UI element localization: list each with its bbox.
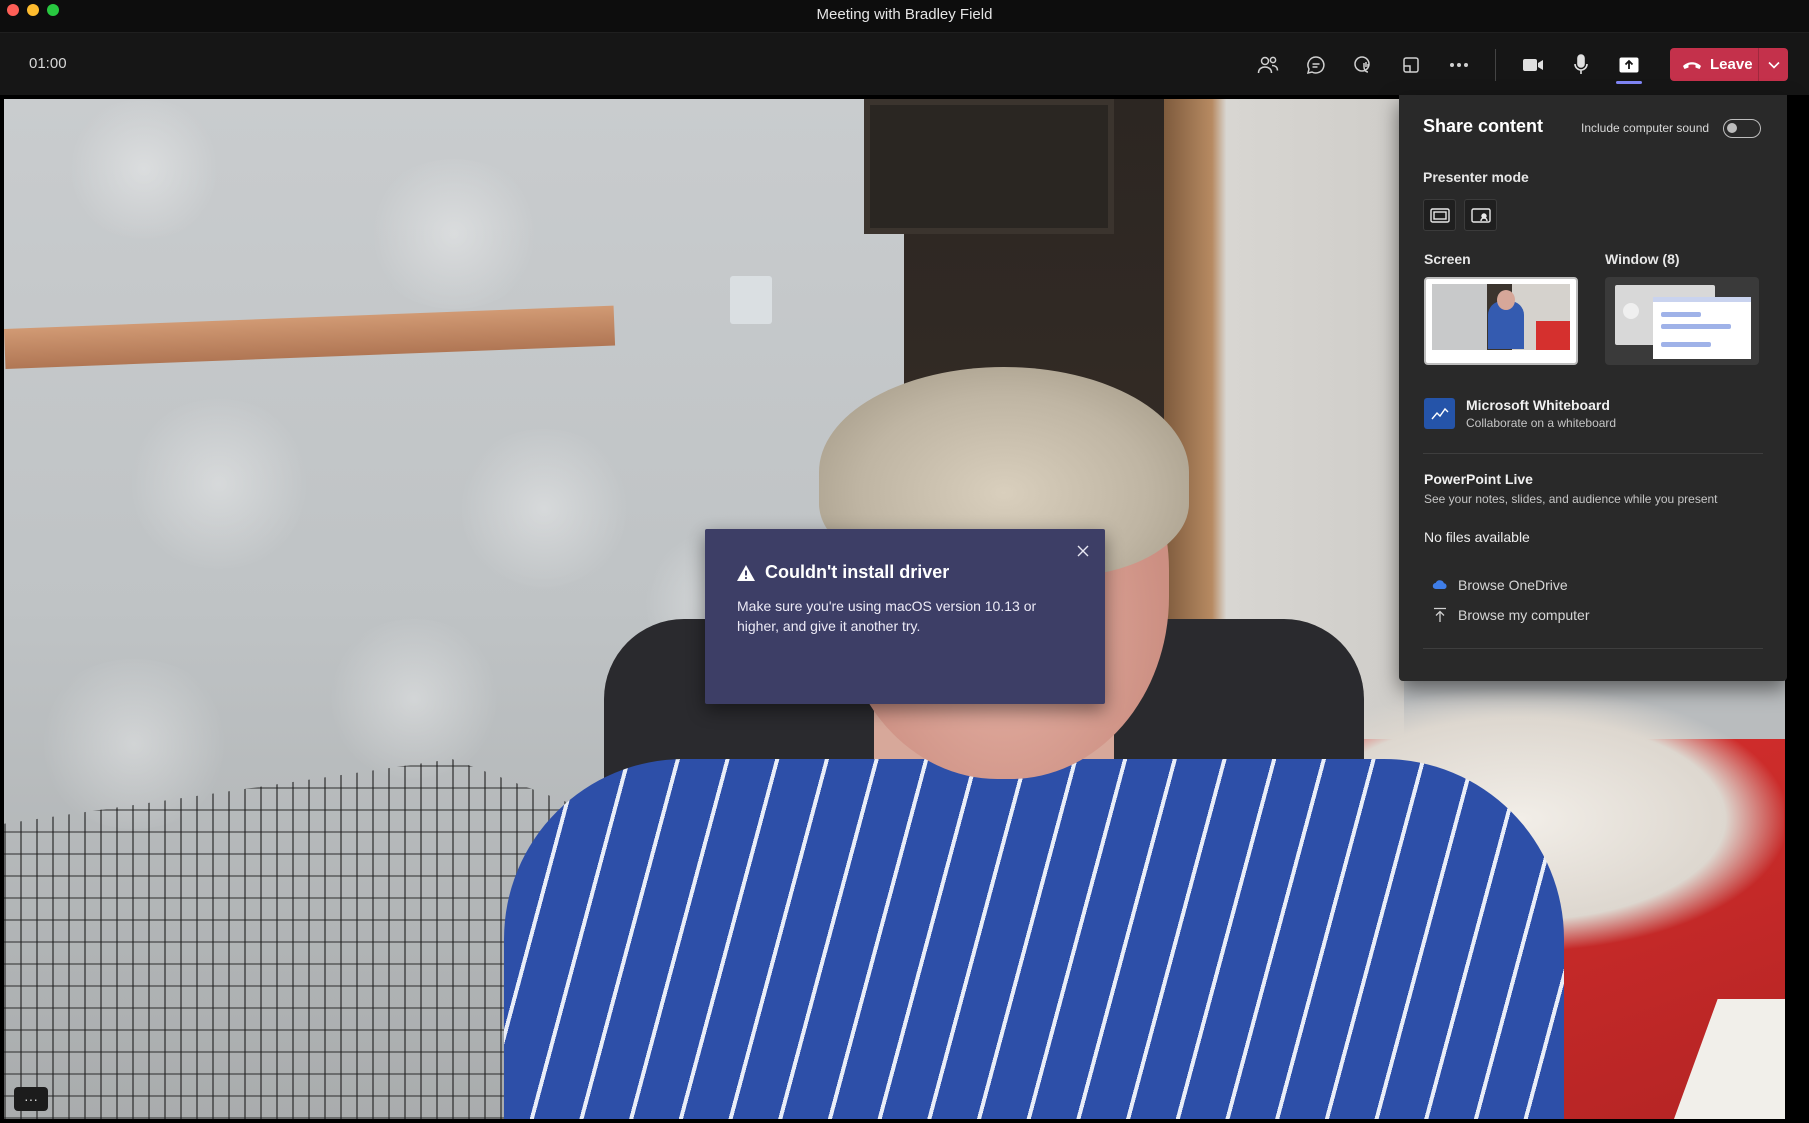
browse-onedrive-label: Browse OneDrive: [1458, 577, 1568, 593]
toggle-knob: [1727, 123, 1737, 133]
share-active-indicator: [1616, 81, 1642, 84]
window-title: Meeting with Bradley Field: [816, 6, 993, 23]
share-content-button[interactable]: [1609, 45, 1649, 85]
light-switch: [730, 276, 772, 324]
meeting-toolbar: 01:00 Leave: [0, 33, 1809, 95]
dialog-close-button[interactable]: [1073, 541, 1093, 561]
hang-up-icon: [1683, 61, 1701, 69]
more-actions-button[interactable]: [1439, 45, 1479, 85]
upload-icon: [1434, 607, 1446, 622]
browse-onedrive-link[interactable]: Browse OneDrive: [1432, 577, 1568, 593]
screen-thumbnail[interactable]: [1424, 277, 1578, 365]
bottom-divider: [1423, 648, 1763, 649]
dialog-header: Couldn't install driver: [736, 562, 949, 583]
person-shirt: [504, 759, 1564, 1119]
powerpoint-live-subtitle: See your notes, slides, and audience whi…: [1424, 492, 1718, 506]
microphone-icon: [1574, 54, 1588, 74]
more-icon: [1450, 63, 1468, 67]
leave-label: Leave: [1710, 56, 1753, 73]
share-panel-title: Share content: [1423, 116, 1544, 136]
rooms-button[interactable]: [1391, 45, 1431, 85]
leave-button[interactable]: Leave: [1670, 48, 1758, 81]
rooms-icon: [1403, 57, 1419, 73]
browse-computer-link[interactable]: Browse my computer: [1432, 607, 1589, 623]
dialog-title: Couldn't install driver: [765, 562, 950, 582]
onedrive-cloud-icon: [1432, 580, 1447, 590]
reactions-button[interactable]: [1343, 45, 1383, 85]
participants-button[interactable]: [1248, 45, 1288, 85]
dialog-message: Make sure you're using macOS version 10.…: [737, 598, 1037, 634]
share-screen-icon: [1619, 57, 1639, 73]
content-only-icon: [1429, 207, 1450, 223]
include-sound-label: Include computer sound: [1581, 121, 1710, 135]
microphone-button[interactable]: [1561, 45, 1601, 85]
close-icon: [1077, 545, 1089, 557]
whiteboard-option[interactable]: Microsoft Whiteboard Collaborate on a wh…: [1424, 397, 1616, 430]
title-bar: Meeting with Bradley Field: [0, 0, 1809, 33]
include-sound-toggle[interactable]: [1723, 119, 1761, 138]
leave-button-group: Leave: [1670, 48, 1788, 81]
screen-section-label: Screen: [1424, 251, 1471, 267]
chat-button[interactable]: [1296, 45, 1336, 85]
whiteboard-subtitle: Collaborate on a whiteboard: [1466, 416, 1617, 430]
powerpoint-live-title: PowerPoint Live: [1424, 471, 1533, 487]
presenter-mode-content-only-button[interactable]: [1423, 199, 1456, 231]
leave-options-button[interactable]: [1759, 61, 1788, 69]
error-dialog: Couldn't install driver Make sure you're…: [705, 529, 1105, 704]
browse-computer-label: Browse my computer: [1458, 607, 1590, 623]
camera-button[interactable]: [1513, 45, 1553, 85]
share-content-panel: Share content Include computer sound Pre…: [1399, 95, 1787, 681]
no-files-label: No files available: [1424, 529, 1530, 545]
wall-picture: [864, 99, 1114, 234]
toolbar-divider: [1495, 49, 1496, 81]
whiteboard-title: Microsoft Whiteboard: [1466, 397, 1610, 413]
window-thumbnail[interactable]: [1605, 277, 1759, 365]
standout-icon: [1470, 207, 1491, 223]
video-camera-icon: [1523, 59, 1543, 71]
whiteboard-icon: [1424, 398, 1455, 429]
people-icon: [1257, 56, 1279, 74]
meeting-timer: 01:00: [29, 55, 67, 72]
video-more-button[interactable]: ···: [14, 1087, 48, 1111]
chevron-down-icon: [1767, 61, 1780, 69]
presenter-mode-label: Presenter mode: [1423, 169, 1529, 185]
warning-icon: [737, 564, 755, 581]
section-divider: [1423, 453, 1763, 454]
window-section-label: Window (8): [1605, 251, 1680, 267]
presenter-mode-standout-button[interactable]: [1464, 199, 1497, 231]
raise-hand-icon: [1354, 56, 1370, 73]
chat-icon: [1306, 56, 1325, 75]
